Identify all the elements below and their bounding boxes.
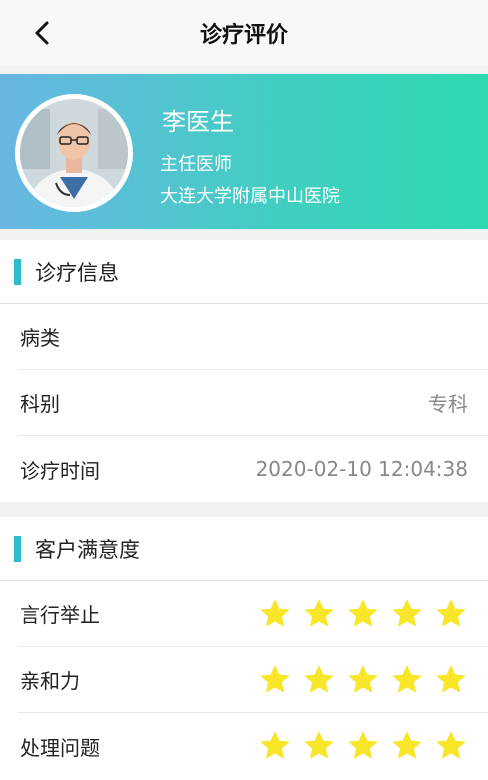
row-label: 诊疗时间: [20, 458, 100, 483]
star-icon[interactable]: [346, 597, 380, 631]
row-label: 处理问题: [20, 735, 100, 760]
row-disease-type: 病类: [18, 304, 488, 370]
rating-row-problem-handling: 处理问题: [18, 713, 488, 779]
star-icon[interactable]: [390, 663, 424, 697]
section-header: 诊疗信息: [0, 240, 488, 304]
section-accent-bar: [14, 258, 21, 285]
row-label: 科别: [20, 392, 60, 416]
diagnosis-section: 诊疗信息 病类 科别 专科 诊疗时间 2020-02-10 12:04:38: [0, 240, 488, 502]
back-button[interactable]: [22, 13, 62, 53]
star-icon[interactable]: [302, 663, 336, 697]
star-icon[interactable]: [390, 597, 424, 631]
row-label: 病类: [20, 326, 60, 350]
star-icon[interactable]: [258, 663, 292, 697]
star-icon[interactable]: [434, 663, 468, 697]
star-icon[interactable]: [258, 597, 292, 631]
rating-row-manner: 言行举止: [18, 581, 488, 647]
row-value: 2020-02-10 12:04:38: [255, 457, 468, 481]
star-icon[interactable]: [390, 729, 424, 763]
doctor-hospital: 大连大学附属中山医院: [160, 186, 340, 207]
doctor-banner: 李医生 主任医师 大连大学附属中山医院: [0, 74, 488, 229]
row-visit-time: 诊疗时间 2020-02-10 12:04:38: [18, 436, 488, 502]
section-title: 客户满意度: [35, 537, 140, 562]
page-title: 诊疗评价: [199, 23, 288, 48]
chevron-left-icon: [35, 21, 49, 45]
section-title: 诊疗信息: [35, 260, 119, 285]
star-icon[interactable]: [346, 729, 380, 763]
star-rating[interactable]: [258, 663, 468, 697]
star-icon[interactable]: [434, 729, 468, 763]
star-icon[interactable]: [434, 597, 468, 631]
rating-row-affinity: 亲和力: [18, 647, 488, 713]
star-icon[interactable]: [302, 729, 336, 763]
row-department: 科别 专科: [18, 370, 488, 436]
row-label: 言行举止: [20, 603, 100, 627]
satisfaction-section: 客户满意度 言行举止 亲和力 处理问题: [0, 517, 488, 780]
doctor-title: 主任医师: [160, 154, 232, 175]
doctor-photo: [20, 99, 128, 207]
star-rating[interactable]: [258, 597, 468, 631]
section-accent-bar: [14, 535, 21, 562]
star-icon[interactable]: [302, 597, 336, 631]
star-icon[interactable]: [346, 663, 380, 697]
row-label: 亲和力: [20, 669, 80, 693]
star-icon[interactable]: [258, 729, 292, 763]
avatar: [15, 94, 133, 212]
star-rating[interactable]: [258, 729, 468, 763]
section-header: 客户满意度: [0, 517, 488, 581]
doctor-name: 李医生: [162, 108, 234, 136]
top-bar: 诊疗评价: [0, 0, 488, 66]
row-value: 专科: [428, 392, 468, 416]
